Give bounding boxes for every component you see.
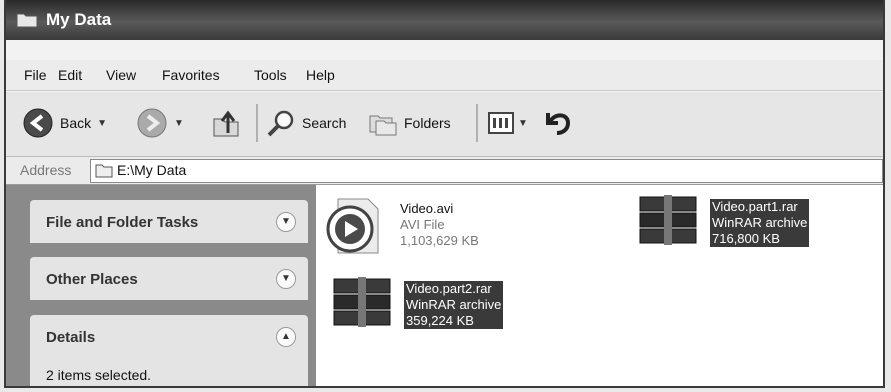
menu-view[interactable]: View [106, 67, 136, 83]
panel-title: Other Places [46, 271, 138, 288]
folders-button[interactable]: Folders [368, 106, 451, 140]
winrar-archive-icon [639, 195, 697, 245]
task-pane: File and Folder Tasks ▼ Other Places ▼ D… [6, 185, 316, 386]
panel-file-and-folder-tasks[interactable]: File and Folder Tasks ▼ [30, 200, 308, 243]
explorer-window: My Data File Edit View Favorites Tools H… [4, 0, 885, 388]
folders-icon [369, 115, 397, 136]
panel-title: File and Folder Tasks [46, 214, 199, 231]
file-size: 359,224 KB [404, 313, 504, 329]
file-type: WinRAR archive [404, 297, 504, 313]
panel-details[interactable]: Details ▲ 2 items selected. [30, 315, 308, 386]
media-player-icon [326, 198, 379, 254]
search-button[interactable]: Search [266, 106, 346, 140]
toolbar-separator [256, 104, 258, 142]
address-value: E:\My Data [117, 162, 187, 178]
file-item-video-avi[interactable]: Video.avi AVI File 1,103,629 KB [324, 195, 524, 257]
chevron-double-down-icon[interactable]: ▼ [276, 269, 296, 289]
file-type: WinRAR archive [710, 215, 810, 231]
panel-other-places[interactable]: Other Places ▼ [30, 257, 308, 300]
file-name: Video.part1.rar [710, 199, 810, 215]
address-input[interactable]: E:\My Data [90, 159, 883, 183]
toolbar-separator [476, 104, 478, 142]
winrar-archive-icon [333, 277, 391, 327]
chevron-down-icon[interactable]: ▼ [174, 118, 184, 129]
menu-help[interactable]: Help [306, 67, 335, 83]
toolbar: Back ▼ ▼ Search Folders ▼ [6, 92, 883, 157]
forward-arrow-icon [137, 108, 167, 138]
chevron-double-up-icon[interactable]: ▲ [276, 327, 296, 347]
address-bar: Address E:\My Data [6, 157, 883, 185]
menu-tools[interactable]: Tools [254, 67, 287, 83]
search-icon [267, 110, 294, 137]
back-arrow-icon [23, 108, 53, 138]
menu-bar: File Edit View Favorites Tools Help [6, 60, 883, 91]
folder-icon [95, 164, 113, 178]
file-name: Video.avi [400, 201, 454, 216]
details-text: 2 items selected. [46, 367, 152, 383]
folders-label: Folders [404, 115, 451, 131]
file-item-video-part2-rar[interactable]: Video.part2.rar WinRAR archive 359,224 K… [330, 275, 530, 337]
menu-edit[interactable]: Edit [58, 67, 82, 83]
file-type: AVI File [400, 217, 445, 232]
chevron-down-icon[interactable]: ▼ [97, 118, 107, 129]
title-bar[interactable]: My Data [6, 0, 883, 40]
window-title: My Data [46, 10, 112, 29]
undo-icon [546, 113, 571, 135]
views-icon [488, 112, 514, 134]
up-folder-button[interactable] [210, 106, 242, 140]
back-button[interactable]: Back ▼ [22, 106, 107, 140]
back-label: Back [60, 115, 92, 131]
file-item-video-part1-rar[interactable]: Video.part1.rar WinRAR archive 716,800 K… [636, 193, 836, 255]
panel-title: Details [46, 329, 96, 346]
menu-file[interactable]: File [24, 67, 47, 83]
file-size: 716,800 KB [710, 231, 810, 247]
address-label: Address [20, 162, 72, 178]
forward-button[interactable]: ▼ [136, 106, 184, 140]
undo-button[interactable] [542, 106, 574, 140]
file-name: Video.part2.rar [404, 281, 504, 297]
chevron-double-down-icon[interactable]: ▼ [276, 212, 296, 232]
views-button[interactable]: ▼ [486, 106, 528, 140]
file-size: 1,103,629 KB [400, 233, 479, 248]
up-folder-icon [213, 110, 239, 137]
file-list: Video.avi AVI File 1,103,629 KB Video.pa… [316, 185, 883, 386]
folder-icon [16, 13, 38, 28]
search-label: Search [302, 115, 347, 131]
chevron-down-icon[interactable]: ▼ [518, 118, 528, 129]
menu-favorites[interactable]: Favorites [162, 67, 220, 83]
